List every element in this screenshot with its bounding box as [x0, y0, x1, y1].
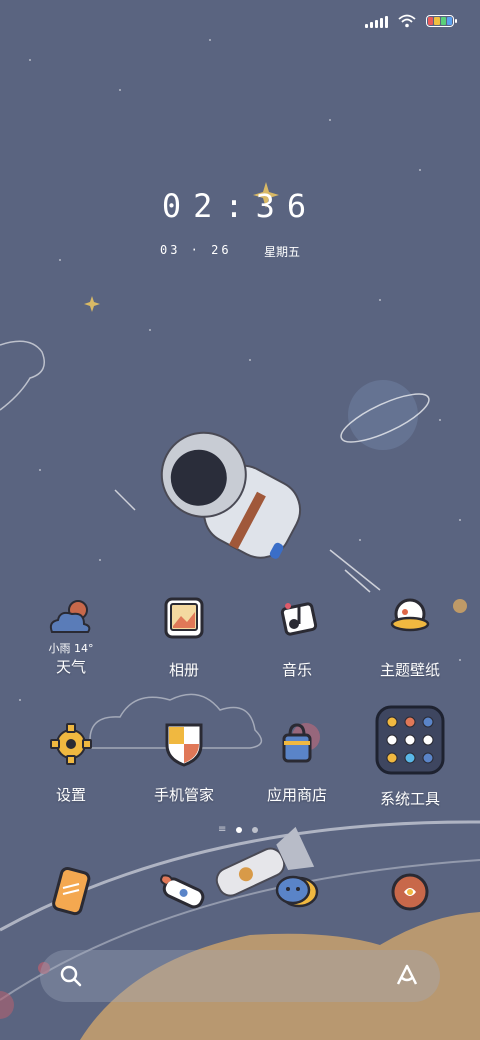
app-weather[interactable]: 小雨 14° 天气: [16, 592, 126, 677]
music-icon: [270, 592, 324, 646]
dock-rocket-app[interactable]: [154, 862, 214, 922]
page-dot-active: [236, 826, 243, 833]
folder-icon: [375, 705, 445, 775]
wifi-icon: [398, 14, 416, 28]
rocket-icon: [160, 874, 205, 909]
signal-icon: [365, 14, 388, 28]
menu-lines-icon: ≡: [218, 824, 227, 835]
battery-segment: [428, 17, 434, 25]
status-bar: [365, 10, 457, 32]
browser-icon: [391, 873, 429, 911]
shield-icon: [157, 717, 211, 771]
app-label: 应用商店: [266, 786, 327, 804]
app-label: 设置: [55, 786, 86, 804]
battery-icon: [426, 15, 457, 27]
search-bar[interactable]: [40, 950, 440, 1002]
gear-icon: [44, 717, 98, 771]
phone-icon: [52, 866, 91, 916]
gallery-icon: [157, 592, 211, 646]
app-music[interactable]: 音乐: [242, 592, 352, 680]
clock-weekday: 星期五: [264, 245, 301, 259]
battery-segment: [446, 17, 452, 25]
app-store[interactable]: 应用商店: [242, 717, 352, 805]
app-store-icon: [270, 717, 324, 771]
app-settings[interactable]: 设置: [16, 717, 126, 805]
clock-date: 03 · 26: [160, 243, 232, 257]
app-label: 相册: [168, 661, 199, 679]
assistant-icon[interactable]: [394, 962, 420, 988]
weather-icon: [44, 592, 98, 646]
page-indicator[interactable]: ≡: [218, 824, 259, 835]
battery-segment: [434, 17, 440, 25]
app-label: 音乐: [281, 661, 312, 679]
page-dot: [252, 826, 259, 833]
app-label: 天气: [55, 658, 86, 676]
dock-browser[interactable]: [380, 862, 440, 922]
dock-phone[interactable]: [41, 862, 101, 922]
theme-icon: [383, 592, 437, 646]
app-theme[interactable]: 主题壁纸: [355, 592, 465, 680]
app-system-tools-folder[interactable]: 系统工具: [355, 705, 465, 809]
search-icon: [60, 965, 82, 987]
app-label: 主题壁纸: [379, 661, 440, 679]
app-phone-manager[interactable]: 手机管家: [129, 717, 239, 805]
app-label: 手机管家: [153, 786, 214, 804]
app-label: 系统工具: [379, 790, 440, 808]
clock-time[interactable]: 02:36: [0, 187, 480, 225]
dock-messages[interactable]: [267, 862, 327, 922]
battery-segment: [440, 17, 446, 25]
app-gallery[interactable]: 相册: [129, 592, 239, 680]
messages-icon: [275, 875, 319, 908]
